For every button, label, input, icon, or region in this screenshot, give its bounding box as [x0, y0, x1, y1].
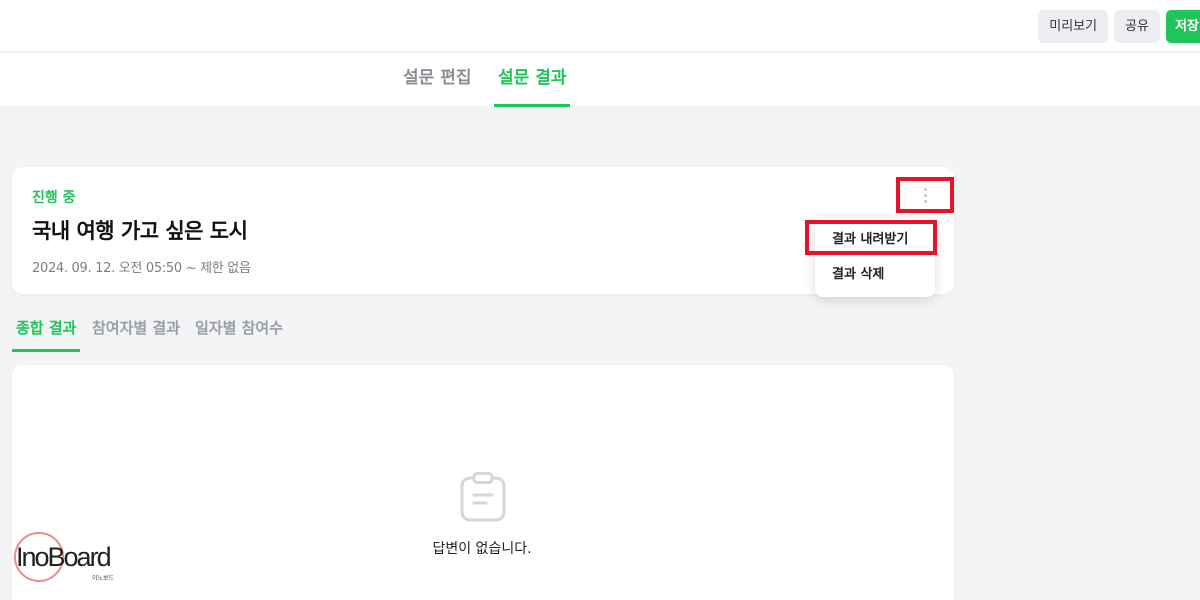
highlight-box: [805, 220, 937, 255]
clipboard-icon: [460, 472, 506, 522]
tab-daily-participation[interactable]: 일자별 참여수: [195, 314, 283, 352]
header-actions: 미리보기 공유 저장: [1038, 10, 1200, 43]
tab-participant-results[interactable]: 참여자별 결과: [92, 314, 180, 352]
preview-button[interactable]: 미리보기: [1038, 10, 1109, 43]
menu-item-delete-results[interactable]: 결과 삭제: [815, 258, 935, 292]
empty-state-text: 답변이 없습니다.: [432, 541, 532, 557]
inoboard-logo: InoBoard 이노보드: [12, 528, 142, 586]
main-tab-bar: 설문 편집 설문 결과: [0, 53, 1200, 107]
more-options-button[interactable]: [896, 177, 954, 213]
share-button[interactable]: 공유: [1114, 10, 1160, 43]
logo-sub-text: 이노보드: [92, 575, 115, 582]
status-badge: 진행 중: [32, 190, 76, 206]
top-bar: 미리보기 공유 저장: [0, 0, 1200, 52]
tab-survey-edit[interactable]: 설문 편집: [403, 53, 471, 107]
tab-survey-results[interactable]: 설문 결과: [494, 53, 571, 107]
survey-title: 국내 여행 가고 싶은 도시: [32, 219, 248, 243]
kebab-vertical-icon: [923, 187, 927, 203]
survey-date-range: 2024. 09. 12. 오전 05:50 ~ 제한 없음: [32, 261, 251, 276]
logo-brand-text: InoBoard: [16, 542, 112, 572]
save-button[interactable]: 저장: [1166, 10, 1200, 43]
tab-summary-results[interactable]: 종합 결과: [12, 314, 81, 352]
